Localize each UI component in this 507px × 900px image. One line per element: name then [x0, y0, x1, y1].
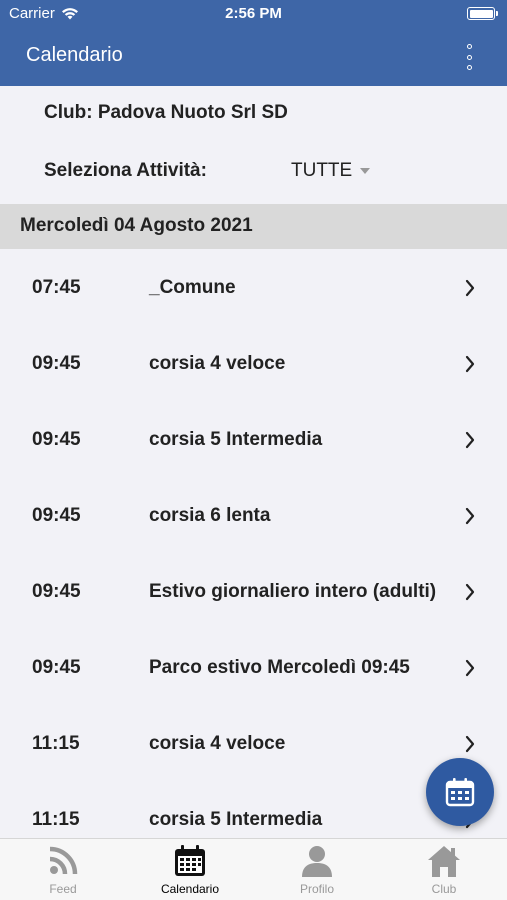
- event-time: 09:45: [32, 505, 81, 526]
- list-item[interactable]: 09:45 Estivo giornaliero intero (adulti): [0, 553, 507, 629]
- event-time: 09:45: [32, 581, 81, 602]
- calendar-fab-button[interactable]: [426, 758, 494, 826]
- calendar-icon: [175, 845, 205, 876]
- home-icon: [428, 846, 460, 877]
- activity-label: Seleziona Attività:: [44, 160, 207, 181]
- event-name: corsia 4 veloce: [149, 733, 286, 754]
- event-name: corsia 5 Intermedia: [149, 429, 323, 450]
- event-time: 09:45: [32, 429, 81, 450]
- user-icon: [302, 846, 332, 877]
- event-name: corsia 6 lenta: [149, 505, 271, 526]
- tab-label: Profilo: [299, 882, 334, 896]
- list-item[interactable]: 11:15 corsia 4 veloce: [0, 705, 507, 781]
- list-item[interactable]: 09:45 corsia 5 Intermedia: [0, 401, 507, 477]
- chevron-right-icon: [465, 431, 475, 449]
- list-item[interactable]: 07:45 _Comune: [0, 249, 507, 325]
- tab-label: Club: [431, 882, 457, 896]
- tab-bar: Feed Calendario Profilo Club: [0, 838, 507, 900]
- calendar-icon: [445, 778, 475, 807]
- club-label: Club: Padova Nuoto Srl SD: [44, 102, 288, 123]
- chevron-right-icon: [465, 659, 475, 677]
- date-section-header: Mercoledì 04 Agosto 2021: [0, 204, 507, 249]
- chevron-down-icon: [360, 168, 371, 174]
- tab-label: Calendario: [160, 882, 220, 896]
- more-vertical-icon[interactable]: [459, 42, 479, 72]
- chevron-right-icon: [465, 355, 475, 373]
- tab-profilo[interactable]: Profilo: [254, 839, 380, 900]
- rss-icon: [49, 846, 78, 875]
- event-time: 07:45: [32, 277, 81, 298]
- event-time: 09:45: [32, 657, 81, 678]
- activity-selected-value: TUTTE: [291, 160, 353, 181]
- chevron-right-icon: [465, 279, 475, 297]
- status-bar: Carrier 2:56 PM: [0, 0, 507, 28]
- list-item[interactable]: 09:45 corsia 6 lenta: [0, 477, 507, 553]
- chevron-right-icon: [465, 583, 475, 601]
- tab-feed[interactable]: Feed: [0, 839, 126, 900]
- list-item[interactable]: 09:45 Parco estivo Mercoledì 09:45: [0, 629, 507, 705]
- event-name: corsia 4 veloce: [149, 353, 286, 374]
- chevron-right-icon: [465, 735, 475, 753]
- tab-label: Feed: [49, 882, 77, 896]
- event-time: 09:45: [32, 353, 81, 374]
- tab-club[interactable]: Club: [381, 839, 507, 900]
- tab-calendario[interactable]: Calendario: [127, 839, 253, 900]
- clock: 2:56 PM: [225, 5, 282, 22]
- event-list: 07:45 _Comune 09:45 corsia 4 veloce 09:4…: [0, 249, 507, 838]
- event-name: _Comune: [149, 277, 236, 298]
- event-time: 11:15: [32, 809, 80, 830]
- chevron-right-icon: [465, 507, 475, 525]
- page-title: Calendario: [26, 44, 123, 66]
- list-item[interactable]: 09:45 corsia 4 veloce: [0, 325, 507, 401]
- nav-bar: Calendario: [0, 28, 507, 86]
- event-name: Estivo giornaliero intero (adulti): [149, 581, 437, 602]
- battery-icon: [467, 7, 498, 20]
- activity-dropdown[interactable]: TUTTE: [291, 160, 371, 182]
- event-name: Parco estivo Mercoledì 09:45: [149, 657, 410, 678]
- event-time: 11:15: [32, 733, 80, 754]
- event-name: corsia 5 Intermedia: [149, 809, 323, 830]
